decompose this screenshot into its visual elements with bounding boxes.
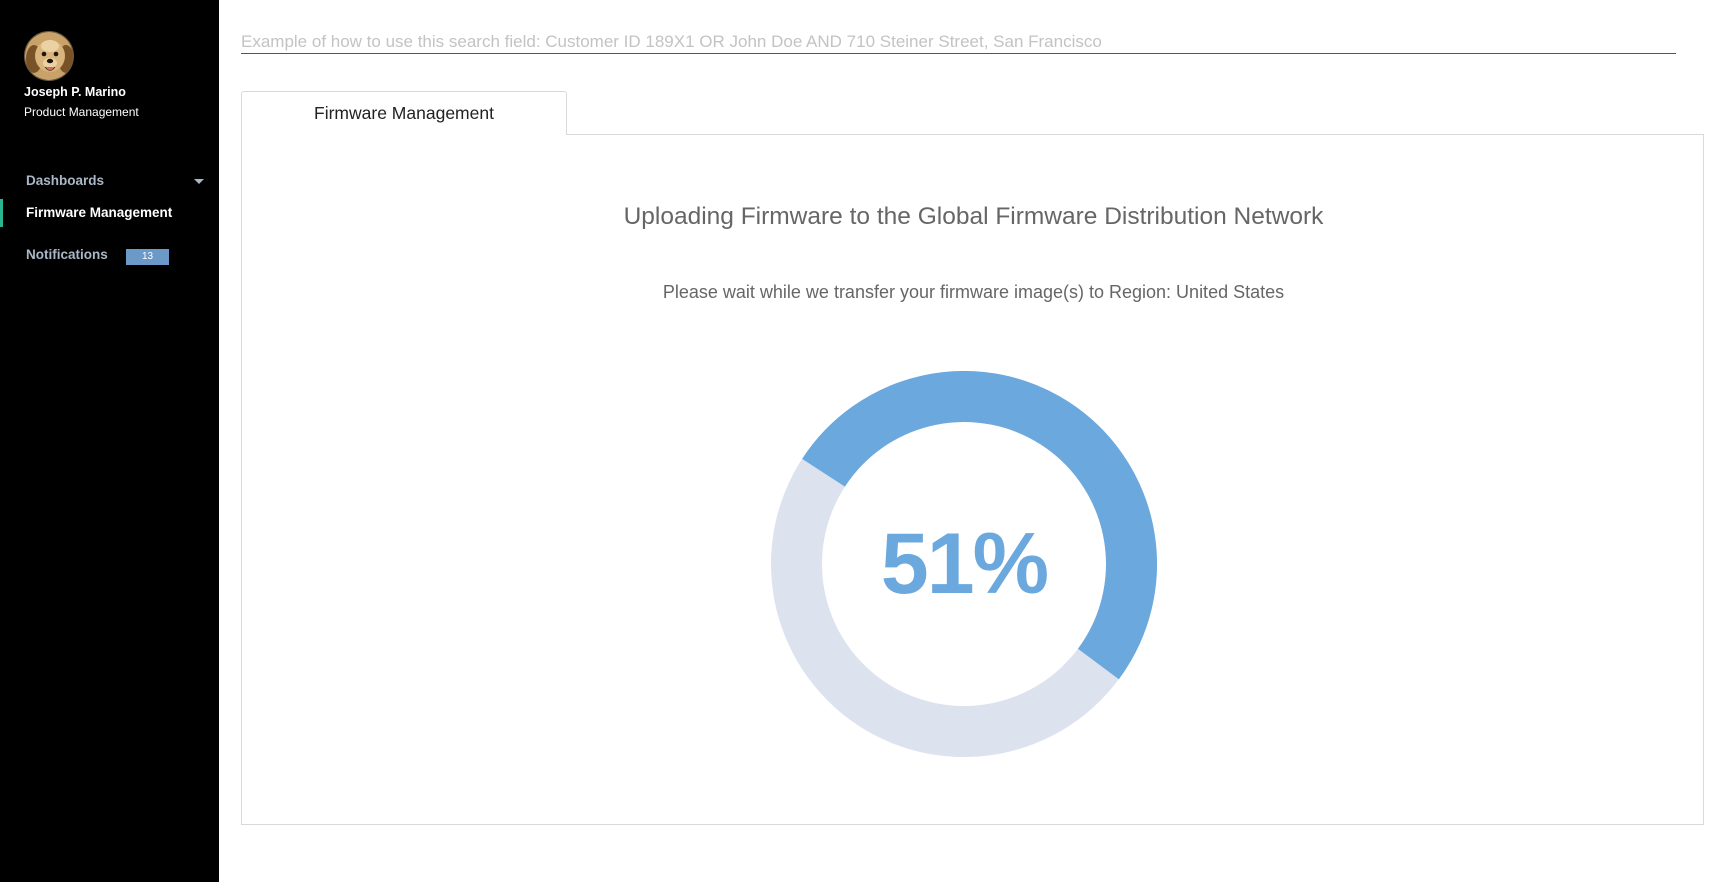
- sidebar-item-label: Notifications: [26, 247, 108, 262]
- sidebar-item-label: Firmware Management: [26, 205, 173, 220]
- sidebar-item-firmware-management[interactable]: Firmware Management: [0, 199, 219, 229]
- sidebar: Joseph P. Marino Product Management Dash…: [0, 0, 219, 882]
- caret-down-icon[interactable]: [194, 179, 204, 184]
- active-indicator: [0, 199, 3, 227]
- sidebar-item-label: Dashboards: [26, 173, 105, 188]
- progress-percent-label: 51%: [880, 516, 1049, 612]
- tab-label: Firmware Management: [314, 103, 494, 123]
- tab-firmware-management[interactable]: Firmware Management: [241, 91, 567, 135]
- page-title: Uploading Firmware to the Global Firmwar…: [623, 203, 1324, 230]
- sidebar-item-notifications[interactable]: Notifications 13: [0, 240, 219, 270]
- upload-progress-ring: 51%: [771, 371, 1157, 757]
- sidebar-item-dashboards[interactable]: Dashboards: [0, 166, 219, 196]
- dog-avatar-icon: [25, 32, 73, 80]
- notification-count-badge: 13: [126, 249, 169, 265]
- search-input[interactable]: [241, 30, 1676, 54]
- avatar[interactable]: [24, 31, 74, 81]
- user-role: Product Management: [24, 105, 139, 119]
- upload-status-message: Please wait while we transfer your firmw…: [662, 282, 1285, 302]
- firmware-upload-panel: Uploading Firmware to the Global Firmwar…: [241, 134, 1704, 825]
- user-name: Joseph P. Marino: [24, 85, 126, 99]
